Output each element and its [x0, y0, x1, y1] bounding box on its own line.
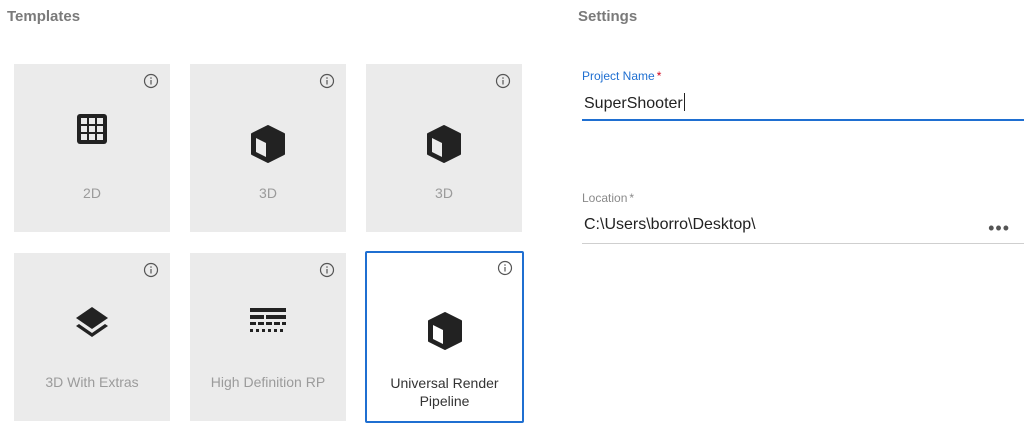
location-underline: [582, 243, 1024, 244]
cube-icon: [427, 312, 462, 350]
template-card-2d[interactable]: 2D: [14, 64, 170, 232]
cube-icon: [251, 125, 285, 163]
template-label: High Definition RP: [210, 374, 326, 390]
template-card-high-definition-rp[interactable]: High Definition RP: [190, 253, 346, 421]
project-name-underline: [582, 119, 1024, 121]
layers-icon: [76, 307, 108, 337]
required-asterisk: *: [656, 69, 662, 83]
cube-icon: [427, 125, 461, 163]
info-icon[interactable]: [319, 73, 335, 89]
info-icon[interactable]: [143, 73, 159, 89]
location-label: Location *: [582, 191, 635, 205]
template-card-3d-with-extras[interactable]: 3D With Extras: [14, 253, 170, 421]
templates-title: Templates: [7, 8, 81, 25]
template-card-3d-2[interactable]: 3D: [366, 64, 522, 232]
browse-location-button[interactable]: •••: [988, 219, 1010, 237]
text-caret: [683, 93, 685, 111]
project-name-input[interactable]: SuperShooter: [584, 93, 685, 113]
info-icon[interactable]: [319, 262, 335, 278]
template-label: Universal Render Pipeline: [390, 375, 499, 409]
hdrp-icon: [250, 308, 286, 332]
info-icon[interactable]: [495, 73, 511, 89]
template-card-3d[interactable]: 3D: [190, 64, 346, 232]
grid-icon: [77, 114, 107, 144]
required-asterisk: *: [629, 191, 635, 205]
template-label: 3D With Extras: [45, 374, 139, 390]
info-icon[interactable]: [497, 260, 513, 276]
location-input[interactable]: C:\Users\borro\Desktop\: [584, 216, 756, 234]
template-label: 3D: [259, 185, 277, 201]
template-label: 3D: [435, 185, 453, 201]
template-label: 2D: [83, 185, 101, 201]
template-card-universal-render-pipeline[interactable]: Universal Render Pipeline: [365, 251, 524, 423]
settings-title: Settings: [578, 8, 638, 25]
project-name-label: Project Name *: [582, 69, 662, 83]
info-icon[interactable]: [143, 262, 159, 278]
